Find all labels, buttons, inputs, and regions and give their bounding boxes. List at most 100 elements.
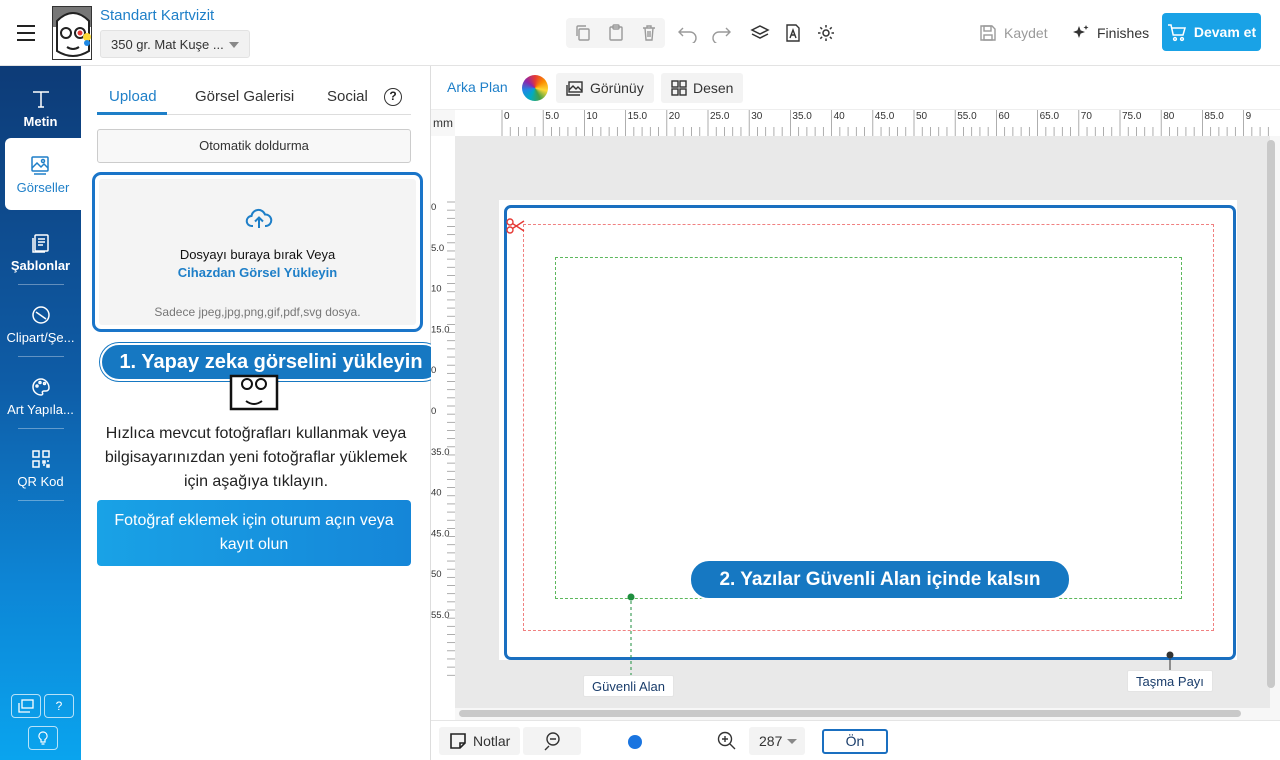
gallery-button[interactable] [11, 694, 41, 718]
color-wheel-icon[interactable] [522, 75, 548, 101]
canvas-toolbar: Arka Plan Görünüy Desen [431, 66, 1280, 110]
template-icon [30, 232, 52, 254]
grid-icon [671, 80, 687, 96]
nav-item-clipart[interactable]: Clipart/Şe... [0, 288, 81, 360]
nav-item-qr[interactable]: QR Kod [0, 432, 81, 504]
tab-gallery[interactable]: Görsel Galerisi [195, 88, 294, 105]
safe-area-pointer [627, 593, 635, 675]
image-icon [29, 154, 51, 176]
ruler-top-label: 50 [916, 111, 928, 122]
callout-safe-area: 2. Yazılar Güvenli Alan içinde kalsın [689, 559, 1071, 600]
nav-divider [18, 356, 64, 357]
top-bar: Standart Kartvizit 350 gr. Mat Kuşe ... … [0, 0, 1280, 66]
help-label: ? [55, 699, 63, 713]
paste-icon[interactable] [599, 18, 632, 48]
undo-icon[interactable] [671, 18, 704, 48]
trash-icon[interactable] [632, 18, 665, 48]
drop-text: Dosyayı buraya bırak Veya [179, 247, 336, 262]
pattern-button[interactable]: Desen [661, 73, 744, 103]
zoom-in-button[interactable] [716, 730, 738, 752]
nav-divider [18, 428, 64, 429]
help-button[interactable]: ? [44, 694, 74, 718]
layers-icon[interactable] [743, 18, 776, 48]
nav-item-label: Clipart/Şe... [6, 330, 75, 345]
bottom-bar: Notlar 287 Ön [431, 720, 1280, 760]
unit-label: mm [433, 116, 453, 130]
copy-icon[interactable] [566, 18, 599, 48]
zoom-out-button[interactable] [523, 727, 581, 755]
front-side-button[interactable]: Ön [822, 729, 888, 754]
product-title[interactable]: Standart Kartvizit [100, 7, 214, 24]
image-view-icon [566, 81, 583, 96]
tab-indicator [97, 112, 167, 115]
background-label[interactable]: Arka Plan [447, 79, 508, 95]
tab-social[interactable]: Social [327, 88, 368, 105]
view-label: Görünüy [590, 80, 644, 96]
notes-button[interactable]: Notlar [439, 727, 521, 755]
finishes-label: Finishes [1097, 25, 1150, 41]
ruler-top-label: 30 [751, 111, 763, 122]
nav-item-label: Şablonlar [10, 258, 71, 273]
nav-item-art[interactable]: Art Yapıla... [0, 360, 81, 432]
drop-zone[interactable]: Dosyayı buraya bırak Veya Cihazdan Görse… [92, 172, 423, 332]
panel-tabs: Upload Görsel Galerisi Social [97, 82, 411, 115]
nav-item-label: Görseller [16, 180, 70, 195]
save-label: Kaydet [1004, 25, 1048, 41]
cart-icon [1167, 24, 1186, 42]
chevron-down-icon [787, 739, 797, 744]
ruler-left-label: 15.0 [431, 324, 450, 335]
ruler-top-label: 9 [1246, 111, 1252, 122]
scissors-icon [506, 218, 525, 234]
tab-upload[interactable]: Upload [109, 88, 157, 105]
cloud-upload-icon [245, 208, 273, 228]
upload-link[interactable]: Cihazdan Görsel Yükleyin [99, 265, 416, 280]
nav-divider [18, 500, 64, 501]
ruler-top-label: 35.0 [792, 111, 812, 122]
gallery-icon [18, 699, 34, 713]
zoom-value: 287 [759, 733, 783, 749]
finishes-button[interactable]: Finishes [1071, 20, 1149, 46]
ruler-left-label: 0 [431, 406, 436, 417]
zoom-out-icon [544, 732, 560, 751]
nav-item-label: Art Yapıla... [7, 402, 74, 417]
zoom-slider-handle[interactable] [628, 735, 642, 749]
nav-divider [18, 284, 64, 285]
canvas-area: Arka Plan Görünüy Desen mm 0 5.0 10 15.0 20 2… [431, 66, 1280, 760]
help-icon[interactable]: ? [384, 88, 402, 106]
view-button[interactable]: Görünüy [556, 73, 654, 103]
redo-icon[interactable] [704, 18, 737, 48]
nav-item-label: QR Kod [17, 474, 64, 489]
paper-select[interactable]: 350 gr. Mat Kuşe ... [100, 30, 250, 58]
nav-item-templates[interactable]: Şablonlar [0, 216, 81, 288]
nav-item-text[interactable]: Metin [0, 72, 81, 144]
save-button[interactable]: Kaydet [978, 20, 1048, 46]
text-icon [30, 88, 52, 110]
continue-button[interactable]: Devam et [1162, 13, 1261, 51]
clipart-icon [30, 304, 52, 326]
ruler-left: 0 5.0 10 15.0 0 0 35.0 40 45.0 50 55.0 [431, 136, 455, 736]
autofill-button[interactable]: Otomatik doldurma [97, 129, 411, 163]
settings-icon[interactable] [809, 18, 842, 48]
ruler-top-label: 10 [586, 111, 598, 122]
left-nav: Metin Görseller Şablonlar Clipart/Şe... … [0, 66, 81, 760]
zoom-select[interactable]: 287 [749, 727, 805, 755]
nav-item-label: Metin [23, 114, 58, 129]
avatar [52, 6, 92, 60]
font-check-icon[interactable] [776, 18, 809, 48]
login-register-button[interactable]: Fotoğraf eklemek için oturum açın veya k… [97, 500, 411, 566]
nav-item-images[interactable]: Görseller [5, 138, 81, 210]
sparkle-icon [1073, 25, 1089, 38]
edit-toolbar [566, 18, 848, 48]
ruler-left-label: 50 [431, 569, 442, 580]
ruler-top-label: 5.0 [545, 111, 559, 122]
menu-icon[interactable] [14, 21, 38, 45]
vertical-scrollbar[interactable] [1267, 140, 1275, 688]
palette-icon [30, 376, 52, 398]
ruler-left-label: 55.0 [431, 610, 450, 621]
notes-label: Notlar [473, 733, 511, 749]
info-text: Hızlıca mevcut fotoğrafları kullanmak ve… [104, 425, 408, 490]
paper-select-value: 350 gr. Mat Kuşe ... [111, 37, 224, 52]
horizontal-scrollbar[interactable] [459, 710, 1241, 717]
tips-button[interactable] [28, 726, 58, 750]
ruler-left-label: 35.0 [431, 447, 450, 458]
